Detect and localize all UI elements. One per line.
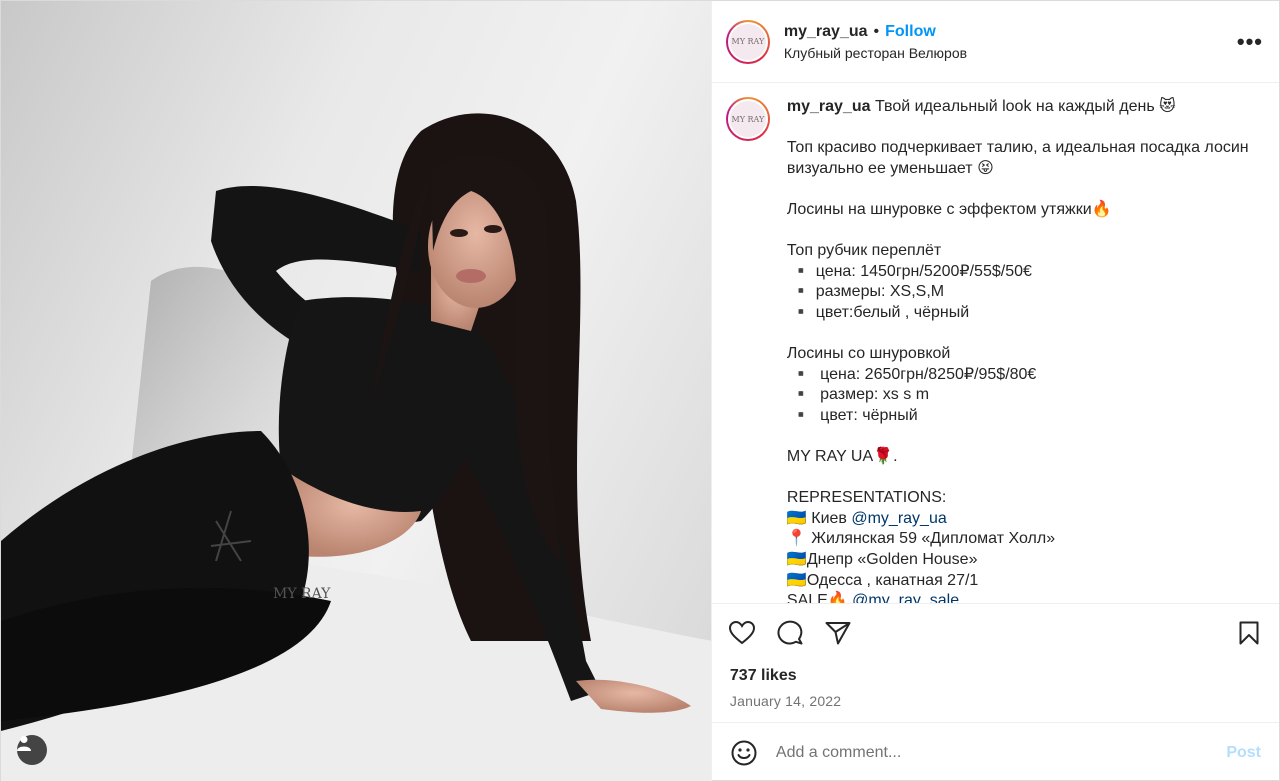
caption-avatar[interactable]: MY RAY: [725, 97, 770, 141]
caption-line: Твой идеальный look на каждый день 😻: [874, 98, 1176, 115]
caption-line: ▪️ размер: xs s m: [786, 386, 930, 404]
caption-line: ▪️ цвет: чёрный: [786, 406, 918, 424]
mention-link[interactable]: @my_ray_sale: [852, 592, 959, 603]
comment-icon: [777, 620, 803, 645]
mention-link[interactable]: @my_ray_ua: [851, 510, 946, 527]
follow-button[interactable]: Follow: [885, 23, 936, 41]
post-date[interactable]: January 14, 2022: [712, 685, 1279, 709]
caption-line: ▪️ цена: 1450грн/5200₽/55$/50€: [786, 262, 1032, 280]
caption-line: 🇺🇦Одесса , канатная 27/1: [786, 571, 979, 589]
emoji-button[interactable]: [730, 739, 758, 767]
caption-line: ▪️ цвет:белый , чёрный: [786, 303, 970, 321]
action-bar: [711, 603, 1279, 661]
caption-username[interactable]: my_ray_ua: [787, 98, 871, 115]
post-sidebar: MY RAY my_ray_ua • Follow Клубный рестор…: [710, 1, 1279, 781]
caption-text: my_ray_ua Твой идеальный look на каждый …: [787, 97, 1263, 603]
comment-input[interactable]: [775, 743, 1227, 762]
image-watermark: MY RAY: [273, 586, 331, 602]
tagged-users-button[interactable]: [17, 735, 47, 765]
post-image[interactable]: MY RAY: [1, 1, 711, 781]
avatar-logo: MY RAY: [727, 21, 768, 62]
post-dialog: MY RAY MY RAY my_ray_ua • Follow Клубный…: [0, 0, 1280, 781]
caption-line: Лосины на шнуровке с эффектом утяжки🔥: [786, 200, 1112, 218]
caption-line: 📍 Жилянская 59 «Дипломат Холл»: [786, 530, 1056, 548]
heart-icon: [728, 620, 755, 644]
comment-bar: Post: [711, 722, 1279, 781]
caption-line: Топ красиво подчеркивает талию, а идеаль…: [786, 139, 1249, 157]
author-avatar[interactable]: MY RAY: [725, 19, 770, 64]
header-text: my_ray_ua • Follow Клубный ресторан Велю…: [784, 23, 1237, 61]
caption-line: ▪️ размеры: XS,S,M: [786, 283, 945, 301]
more-options-icon[interactable]: •••: [1237, 29, 1263, 55]
post-header: MY RAY my_ray_ua • Follow Клубный рестор…: [711, 1, 1279, 83]
share-button[interactable]: [824, 619, 852, 647]
caption-line: ▪️ цена: 2650грн/8250₽/95$/80€: [786, 365, 1037, 383]
caption-line: REPRESENTATIONS:: [786, 489, 947, 507]
caption-line: Топ рубчик переплёт: [786, 242, 942, 260]
comment-button[interactable]: [776, 619, 804, 647]
caption-line: Лосины со шнуровкой: [786, 345, 951, 363]
post-comment-button[interactable]: Post: [1226, 744, 1261, 762]
caption-line: 🇺🇦Днепр «Golden House»: [786, 551, 978, 569]
header-line: my_ray_ua • Follow: [784, 23, 1237, 41]
separator-dot: •: [873, 22, 880, 40]
caption-line: MY RAY UA🌹.: [786, 448, 898, 466]
bookmark-icon: [1239, 621, 1259, 644]
location-link[interactable]: Клубный ресторан Велюров: [784, 45, 1237, 61]
caption-line: SALE🔥: [786, 592, 853, 603]
caption-line: визуально ее уменьшает 😝: [786, 159, 994, 177]
share-icon: [825, 621, 851, 644]
likes-count[interactable]: 737 likes: [712, 661, 1279, 685]
user-icon: [17, 736, 31, 751]
author-username[interactable]: my_ray_ua: [784, 23, 868, 41]
like-button[interactable]: [728, 619, 756, 647]
avatar-logo: MY RAY: [727, 99, 768, 139]
action-bar-left: [728, 619, 1235, 647]
caption-line: 🇺🇦 Киев: [786, 509, 852, 527]
photo-illustration: MY RAY: [1, 113, 711, 781]
save-button[interactable]: [1235, 619, 1263, 647]
emoji-icon: [731, 740, 757, 765]
comments-area[interactable]: MY RAY my_ray_ua Твой идеальный look на …: [712, 83, 1279, 603]
